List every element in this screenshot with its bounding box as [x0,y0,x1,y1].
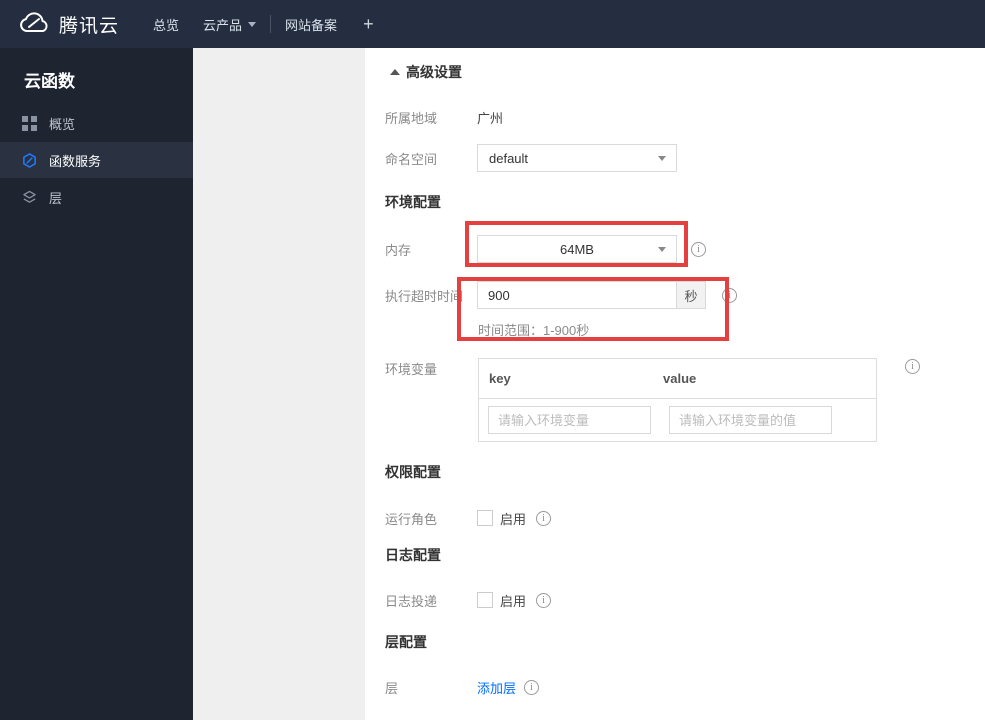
envvar-table-row [479,399,876,441]
namespace-select[interactable]: default [477,144,677,172]
sidebar-item-overview[interactable]: 概览 [0,105,193,141]
sidebar-title: 云函数 [24,72,75,91]
envvar-key-input[interactable] [488,406,651,434]
role-enable-checkbox[interactable] [477,510,493,526]
log-row: 日志投递 启用 i [385,592,552,609]
brand[interactable]: 腾讯云 [0,11,119,38]
env-config-section-header: 环境配置 [385,194,441,210]
sidebar-item-label: 层 [49,190,63,206]
log-enable-label: 启用 [500,593,527,609]
add-layer-link[interactable]: 添加层 [477,678,516,697]
timeout-unit: 秒 [676,281,706,309]
info-icon[interactable]: i [524,679,540,695]
function-hexagon-icon [23,152,36,168]
top-navigation: 总览 云产品 网站备案 + [141,0,388,48]
envvar-label-row: 环境变量 [385,360,477,377]
nav-cloud-products-label: 云产品 [203,17,243,33]
layer-config-section-header: 层配置 [385,634,427,650]
tencent-cloud-logo-icon [20,12,48,32]
envvar-label: 环境变量 [385,361,438,377]
region-label: 所属地域 [385,110,438,126]
namespace-selected-value: default [489,150,529,166]
nav-overview[interactable]: 总览 [141,0,191,48]
envvar-table: key value [478,358,877,442]
timeout-label: 执行超时时间 [385,288,464,304]
info-icon[interactable]: i [536,592,552,608]
namespace-label: 命名空间 [385,151,438,167]
page: 腾讯云 总览 云产品 网站备案 + 云函数 概览 函数服务 层 高级设置 所属地… [0,0,985,720]
advanced-settings-toggle[interactable]: 高级设置 [390,64,462,80]
timeout-row: 执行超时时间 秒 i [385,281,737,309]
advanced-settings-label: 高级设置 [406,64,462,80]
role-label: 运行角色 [385,511,438,527]
envvar-table-header: key value [479,359,876,399]
region-value: 广州 [477,110,504,126]
layer-row: 层 添加层 i [385,678,540,697]
role-enable-label: 启用 [500,511,527,527]
info-icon[interactable]: i [722,287,737,303]
envvar-value-input[interactable] [669,406,832,434]
log-label: 日志投递 [385,593,438,609]
nav-cloud-products[interactable]: 云产品 [191,0,268,48]
brand-name: 腾讯云 [59,15,120,37]
perm-config-section-header: 权限配置 [385,464,441,480]
layer-label: 层 [385,680,399,696]
sidebar-item-function-service[interactable]: 函数服务 [0,142,193,178]
namespace-row: 命名空间 default [385,144,677,172]
chevron-down-icon [248,21,257,27]
memory-selected-value: 64MB [560,241,594,257]
info-icon[interactable]: i [691,241,706,257]
log-config-section-header: 日志配置 [385,547,441,563]
list-panel [193,48,365,720]
role-row: 运行角色 启用 i [385,510,552,527]
sidebar-item-layers[interactable]: 层 [0,179,193,215]
add-tab-button[interactable]: + [349,0,388,48]
info-icon[interactable]: i [536,510,552,526]
grid-icon [22,115,37,131]
layers-icon [23,190,36,203]
sidebar: 云函数 概览 函数服务 层 [0,48,193,720]
envvar-key-header: key [489,371,511,386]
function-config-panel: 高级设置 所属地域 广州 命名空间 default 环境配置 内存 64MB i [365,48,985,720]
chevron-down-icon [658,247,666,252]
memory-select[interactable]: 64MB [477,235,677,263]
nav-divider [270,15,272,33]
log-enable-checkbox[interactable] [477,592,493,608]
memory-label: 内存 [385,242,412,258]
plus-icon: + [363,13,374,34]
timeout-input[interactable] [477,281,677,309]
info-icon[interactable]: i [905,359,920,374]
topbar: 腾讯云 总览 云产品 网站备案 + [0,0,985,48]
region-row: 所属地域 广州 [385,103,503,131]
timeout-hint: 时间范围：1-900秒 [478,323,590,338]
collapse-arrow-icon [390,69,400,75]
nav-website-icp-label: 网站备案 [285,17,338,33]
envvar-value-header: value [663,371,697,386]
sidebar-item-label: 函数服务 [49,153,102,169]
chevron-down-icon [658,156,666,161]
nav-overview-label: 总览 [153,17,180,33]
nav-website-icp[interactable]: 网站备案 [273,0,349,48]
memory-row: 内存 64MB i [385,235,706,263]
sidebar-item-label: 概览 [49,116,76,132]
